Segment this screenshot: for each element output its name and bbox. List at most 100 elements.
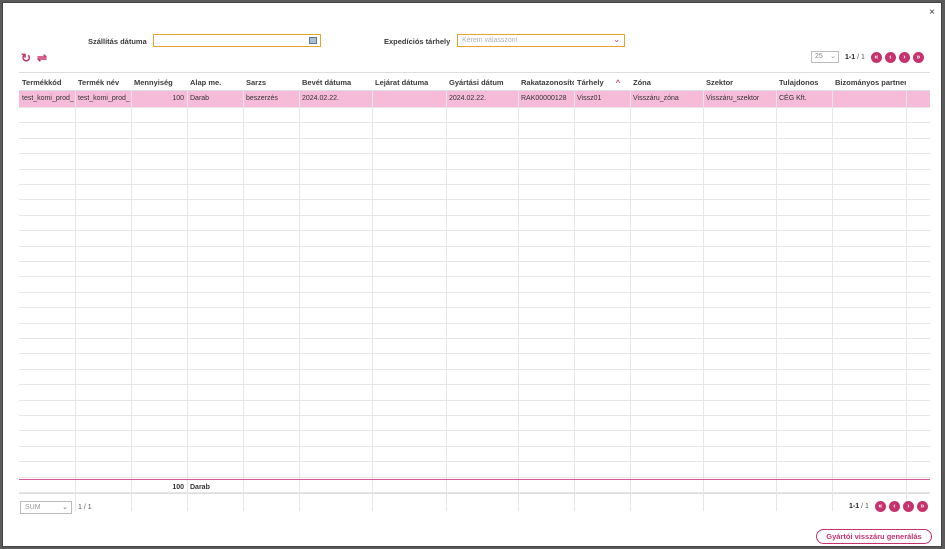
last-page-icon[interactable]: » xyxy=(912,51,924,63)
cell-zona: Visszáru_zóna xyxy=(633,95,679,102)
grid-hline xyxy=(19,153,930,155)
grid-header: Termékkód Termék név Mennyiség Alap me. … xyxy=(19,73,930,91)
bottom-pager: 1-1 / 1 « ‹ › » xyxy=(846,501,928,512)
grid-vline xyxy=(187,91,188,511)
sum-quantity: 100 xyxy=(172,484,184,491)
shipping-date-label: Szállítás dátuma xyxy=(88,37,147,46)
storage-placeholder: Kérem válasszon! xyxy=(462,37,518,44)
grid-vline xyxy=(131,91,132,511)
grid-vline xyxy=(832,91,833,511)
data-grid: Termékkód Termék név Mennyiség Alap me. … xyxy=(19,72,930,511)
col-rakatazonosito[interactable]: Rakatazonosító xyxy=(518,73,574,91)
next-page-icon[interactable]: › xyxy=(898,51,910,63)
col-termek-nev[interactable]: Termék név xyxy=(75,73,131,91)
chevron-down-icon: ⌄ xyxy=(613,35,620,44)
col-gyartasi-datum[interactable]: Gyártási dátum xyxy=(446,73,518,91)
col-mennyiseg[interactable]: Mennyiség xyxy=(131,73,187,91)
sum-unit: Darab xyxy=(190,484,210,491)
grid-vline xyxy=(906,91,907,511)
grid-hline xyxy=(19,461,930,463)
storage-select[interactable]: Kérem válasszon! ⌄ xyxy=(457,34,625,47)
prev-page-icon[interactable]: ‹ xyxy=(884,51,896,63)
grid-hline xyxy=(19,384,930,386)
dialog: × Szállítás dátuma Expedíciós tárhely Ké… xyxy=(2,2,942,547)
grid-vline xyxy=(446,91,447,511)
sum-row: 100 Darab xyxy=(19,481,930,494)
page-info: 1-1 / 1 xyxy=(845,53,865,61)
first-page-icon[interactable]: « xyxy=(870,51,882,63)
grid-vline xyxy=(518,91,519,511)
page-info-bottom: 1-1 / 1 xyxy=(849,503,869,510)
col-termekkod[interactable]: Termékkód xyxy=(19,73,75,91)
grid-vline xyxy=(299,91,300,511)
grid-hline xyxy=(19,338,930,339)
page-size-select[interactable]: 25 ⌄ xyxy=(811,51,839,63)
storage-label: Expedíciós tárhely xyxy=(384,37,451,46)
col-lejarat-datuma[interactable]: Lejárat dátuma xyxy=(372,73,446,91)
grid-hline xyxy=(19,276,930,278)
col-sarzs[interactable]: Sarzs xyxy=(243,73,299,91)
prev-page-icon[interactable]: ‹ xyxy=(888,501,900,512)
last-page-icon[interactable]: » xyxy=(916,501,928,512)
grid-hline xyxy=(19,261,930,262)
cell-rakatazonosito: RAK00000128 xyxy=(521,95,567,102)
grid-vline xyxy=(243,91,244,511)
grid-hline xyxy=(19,415,930,416)
col-bevet-datuma[interactable]: Bevét dátuma xyxy=(299,73,372,91)
table-row[interactable]: test_komi_prod_ test_komi_prod_ 100 Dara… xyxy=(19,91,930,107)
grid-hline xyxy=(19,322,930,324)
grid-hline xyxy=(19,307,930,309)
grid-hline xyxy=(19,122,930,124)
cell-lejarat-datuma xyxy=(372,91,446,107)
cell-termekkod: test_komi_prod_ xyxy=(22,95,74,102)
swap-icon[interactable]: ⇌ xyxy=(37,51,47,65)
generate-return-button[interactable]: Gyártói visszáru generálás xyxy=(816,529,932,544)
grid-hline xyxy=(19,430,930,432)
next-page-icon[interactable]: › xyxy=(902,501,914,512)
grid-hline xyxy=(19,399,930,401)
shipping-date-input[interactable] xyxy=(153,34,321,47)
grid-hline xyxy=(19,368,930,370)
sum-page-info: 1 / 1 xyxy=(78,504,92,511)
cell-tulajdonos: CÉG Kft. xyxy=(779,95,807,102)
cell-alap-me: Darab xyxy=(190,95,210,102)
col-szektor[interactable]: Szektor xyxy=(703,73,776,91)
cell-szektor: Visszáru_szektor xyxy=(706,95,760,102)
grid-hline xyxy=(19,184,930,185)
sum-select[interactable]: SUM ⌄ xyxy=(20,501,72,514)
cell-tarhely: Vissz01 xyxy=(577,95,602,102)
grid-hline xyxy=(19,137,930,139)
col-alap-me[interactable]: Alap me. xyxy=(187,73,243,91)
col-tarhely[interactable]: Tárhely ^ xyxy=(574,73,630,91)
grid-hline xyxy=(19,353,930,355)
grid-vline xyxy=(75,91,76,511)
calendar-icon[interactable] xyxy=(309,37,317,44)
cell-bizomanyos-partner xyxy=(832,91,906,107)
grid-vline xyxy=(574,91,575,511)
cell-gyartasi-datum: 2024.02.22. xyxy=(449,95,486,102)
close-icon[interactable]: × xyxy=(929,8,935,18)
grid-hline xyxy=(19,245,930,247)
grid-hline xyxy=(19,291,930,293)
grid-vline xyxy=(630,91,631,511)
grid-vline xyxy=(703,91,704,511)
sum-divider xyxy=(19,479,930,480)
grid-hline xyxy=(19,107,930,108)
grid-vline xyxy=(776,91,777,511)
grid-vline xyxy=(372,91,373,511)
grid-hline xyxy=(19,476,930,478)
grid-hline xyxy=(19,168,930,170)
top-pager: 25 ⌄ 1-1 / 1 « ‹ › » xyxy=(811,51,924,63)
cell-sarzs: beszerzés xyxy=(246,95,278,102)
cell-bevet-datuma: 2024.02.22. xyxy=(302,95,339,102)
cell-mennyiseg: 100 xyxy=(172,95,184,102)
refresh-icon[interactable]: ↻ xyxy=(21,51,31,65)
col-bizomanyos-partner[interactable]: Bizományos partner xyxy=(832,73,906,91)
grid-hline xyxy=(19,445,930,447)
sort-asc-icon[interactable]: ^ xyxy=(616,78,620,87)
col-tulajdonos[interactable]: Tulajdonos xyxy=(776,73,832,91)
col-zona[interactable]: Zóna xyxy=(630,73,703,91)
first-page-icon[interactable]: « xyxy=(874,501,886,512)
grid-hline xyxy=(19,214,930,216)
cell-termek-nev: test_komi_prod_ xyxy=(78,95,130,102)
